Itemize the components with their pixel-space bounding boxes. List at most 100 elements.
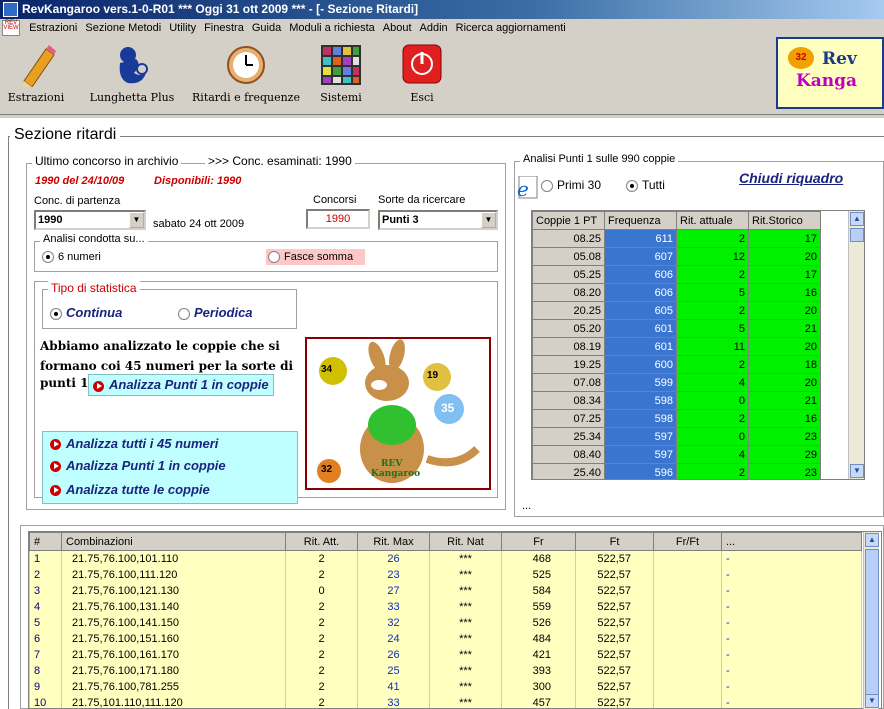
table-row[interactable]: 2 21.75,76.100,111.120 2 23 *** 525 522,57- (29, 566, 862, 583)
col-header[interactable]: Combinazioni (61, 532, 286, 551)
coppie-cell: 2 (676, 409, 749, 428)
coppie-cell: 05.08 (532, 247, 605, 266)
table-row[interactable]: 9 21.75,76.100,781.255 2 41 *** 300 522,57 - (29, 678, 862, 695)
toolbar-estrazioni-button[interactable]: Estrazioni (6, 43, 66, 104)
ball-35: 35 (441, 401, 455, 415)
coppie-row[interactable]: 05.08 607 12 20 (532, 247, 821, 266)
radio-fasce-somma[interactable]: Fasce somma (266, 249, 366, 266)
coppie-row[interactable]: 08.25 611 2 17 (532, 229, 821, 248)
radio-icon[interactable] (178, 307, 190, 320)
coppie-grid[interactable]: Coppie 1 PT Frequenza Rit. attuale Rit.Stor… (531, 210, 865, 480)
chevron-down-icon[interactable]: ▼ (865, 694, 879, 708)
col-header[interactable]: Fr/Ft (653, 532, 722, 551)
coppie-row[interactable]: 05.25 606 2 17 (532, 265, 821, 284)
menu-sezione-metodi[interactable]: Sezione Metodi (81, 19, 165, 37)
radio-icon[interactable] (626, 179, 638, 192)
table-row[interactable]: 7 21.75,76.100,161.170 2 26 *** 421 522,57 - (29, 646, 862, 663)
toolbar-lunghetta-button[interactable]: Lunghetta Plus (84, 43, 180, 104)
last-concorso: 1990 del 24/10/09 (35, 175, 125, 187)
coppie-cell: 605 (604, 301, 677, 320)
coppie-row[interactable]: 07.25 598 2 16 (532, 409, 821, 428)
col-header[interactable]: Frequenza (604, 211, 677, 230)
radio-icon[interactable] (42, 251, 54, 264)
concorsi-field[interactable]: 1990 (306, 209, 370, 229)
sorte-select[interactable]: Punti 3 ▼ (378, 210, 498, 230)
col-header[interactable]: Ft (575, 532, 654, 551)
table-row[interactable]: 8 21.75,76.100,171.180 2 25 *** 393 522,57 - (29, 662, 862, 679)
radio-icon[interactable] (268, 251, 280, 264)
analyze-coppie-link[interactable]: Analizza Punti 1 in coppie (88, 374, 274, 396)
col-header[interactable]: Rit. Max (357, 532, 430, 551)
action-label: Analizza Punti 1 in coppie (66, 458, 226, 473)
radio-primi-30[interactable]: Primi 30 (541, 178, 601, 192)
coppie-row[interactable]: 20.25 605 2 20 (532, 301, 821, 320)
chevron-up-icon[interactable]: ▲ (850, 212, 864, 226)
radio-periodica[interactable]: Periodica (178, 305, 253, 320)
table-cell: 26 (357, 550, 430, 567)
coppie-row[interactable]: 07.08 599 4 20 (532, 373, 821, 392)
table-row[interactable]: 5 21.75,76.100,141.150 2 32 *** 526 522,57 - (29, 614, 862, 631)
coppie-cell: 606 (604, 265, 677, 284)
coppie-row[interactable]: 08.40 597 4 29 (532, 445, 821, 464)
coppie-row[interactable]: 19.25 600 2 18 (532, 355, 821, 374)
radio-tutti[interactable]: Tutti (626, 178, 665, 192)
menu-utility[interactable]: Utility (165, 19, 200, 37)
table-row[interactable]: 1 21.75,76.100,101.110 2 26 *** 468 522,57 - (29, 550, 862, 567)
menu-estrazioni[interactable]: Estrazioni (25, 19, 81, 37)
col-header[interactable]: Fr (501, 532, 576, 551)
menu-guida[interactable]: Guida (248, 19, 285, 37)
action-tutte-coppie[interactable]: Analizza tutte le coppie (50, 482, 210, 497)
combinazioni-scrollbar[interactable]: ▲ ▼ (863, 532, 879, 709)
col-header[interactable]: Rit. attuale (676, 211, 749, 230)
toolbar-ritardi-button[interactable]: Ritardi e frequenze (190, 43, 302, 104)
radio-icon[interactable] (50, 307, 62, 320)
col-header[interactable]: # (29, 532, 62, 551)
combinazioni-grid[interactable]: # Combinazioni Rit. Att. Rit. Max Rit. Nat Fr… (28, 531, 882, 709)
table-cell: - (721, 598, 862, 615)
coppie-row[interactable]: 25.40 596 2 23 (532, 463, 821, 479)
table-row[interactable]: 4 21.75,76.100,131.140 2 33 *** 559 522,57 - (29, 598, 862, 615)
table-row[interactable]: 6 21.75,76.100,151.160 2 24 *** 484 522,57 - (29, 630, 862, 647)
menu-about[interactable]: About (379, 19, 416, 37)
scroll-thumb[interactable] (850, 228, 864, 242)
coppie-row[interactable]: 25.34 597 0 23 (532, 427, 821, 446)
chevron-down-icon[interactable]: ▼ (129, 212, 144, 228)
col-header[interactable]: Rit. Nat (429, 532, 502, 551)
radio-icon[interactable] (541, 179, 553, 192)
table-row[interactable]: 3 21.75,76.100,121.130 0 27 *** 584 522,57 - (29, 582, 862, 599)
action-tutti-numeri[interactable]: Analizza tutti i 45 numeri (50, 436, 218, 451)
coppie-row[interactable]: 08.19 601 11 20 (532, 337, 821, 356)
radio-6-numeri[interactable]: 6 numeri (42, 251, 101, 264)
coppie-row[interactable]: 05.20 601 5 21 (532, 319, 821, 338)
coppie-row[interactable]: 08.20 606 5 16 (532, 283, 821, 302)
radio-continua[interactable]: Continua (50, 305, 122, 320)
chevron-down-icon[interactable]: ▼ (850, 464, 864, 478)
conc-select[interactable]: 1990 ▼ (34, 210, 146, 230)
menu-logo-icon[interactable]: REV VIEW (2, 20, 20, 36)
coppie-scrollbar[interactable]: ▲ ▼ (848, 211, 864, 479)
coppie-row[interactable]: 08.34 598 0 21 (532, 391, 821, 410)
col-header[interactable]: Rit.Storico (748, 211, 821, 230)
chevron-up-icon[interactable]: ▲ (865, 533, 879, 547)
col-header[interactable]: Coppie 1 PT (532, 211, 605, 230)
menu-moduli[interactable]: Moduli a richiesta (285, 19, 379, 37)
col-header[interactable]: ... (721, 532, 862, 551)
brand-logo: 32 Rev Kanga (776, 37, 884, 109)
description-line3: punti 1 (40, 376, 89, 390)
ie-icon[interactable]: e (515, 175, 539, 203)
toolbar-sistemi-button[interactable]: Sistemi (312, 43, 370, 104)
menu-addin[interactable]: Addin (416, 19, 452, 37)
menu-finestra[interactable]: Finestra (200, 19, 248, 37)
action-punti-coppie[interactable]: Analizza Punti 1 in coppie (50, 458, 226, 473)
table-cell: *** (429, 646, 502, 663)
chiudi-riquadro-link[interactable]: Chiudi riquadro (739, 170, 843, 186)
menu-ricerca[interactable]: Ricerca aggiornamenti (452, 19, 570, 37)
coppie-cell: 20.25 (532, 301, 605, 320)
col-header[interactable]: Rit. Att. (285, 532, 358, 551)
toolbar-esci-button[interactable]: Esci (396, 43, 448, 104)
table-cell: 24 (357, 630, 430, 647)
table-row[interactable]: 10 21.75,101.110,111.120 2 33 *** 457 522,57 - (29, 694, 862, 708)
chevron-down-icon[interactable]: ▼ (481, 212, 496, 228)
available-label: Disponibili: 1990 (154, 175, 242, 187)
scroll-thumb[interactable] (865, 549, 879, 699)
